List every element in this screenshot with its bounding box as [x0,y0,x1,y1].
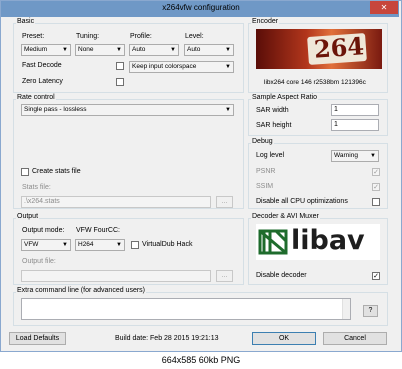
tuning-value: None [78,46,94,53]
sar-width-input[interactable]: 1 [331,104,379,116]
create-stats-label: Create stats file [32,168,81,175]
profile-value: Auto [132,46,146,53]
stats-browse-button[interactable]: ... [216,196,233,208]
fast-decode-checkbox[interactable] [116,62,124,70]
fourcc-select[interactable]: H264 ▼ [75,239,125,251]
profile-label: Profile: [130,33,152,40]
tuning-select[interactable]: None ▼ [75,44,125,56]
disable-cpu-checkbox[interactable] [372,198,380,206]
disable-cpu-label: Disable all CPU optimizations [256,198,348,205]
psnr-label: PSNR [256,168,276,175]
preset-label: Preset: [22,33,45,40]
chevron-down-icon: ▼ [225,64,231,70]
x264-logo-text: 264 [312,31,365,64]
log-level-label: Log level [256,152,285,159]
libav-logo-mark [258,227,288,257]
output-browse-button[interactable]: ... [216,270,233,282]
chevron-down-icon: ▼ [62,242,68,248]
fast-decode-label: Fast Decode [22,62,62,69]
ssim-checkbox[interactable]: ✓ [372,183,380,191]
output-mode-value: VFW [24,241,39,248]
log-level-value: Warning [334,152,358,159]
stats-file-label: Stats file: [22,184,51,191]
rate-control-group-title: Rate control [16,94,56,101]
extra-scrollbar[interactable] [342,299,350,319]
virtualdub-hack-checkbox[interactable] [131,241,139,249]
log-level-select[interactable]: Warning ▼ [331,150,379,162]
create-stats-checkbox[interactable] [21,168,29,176]
colorspace-value: Keep input colorspace [132,63,197,70]
zero-latency-label: Zero Latency [22,78,63,85]
chevron-down-icon: ▼ [170,47,176,53]
fourcc-label: VFW FourCC: [76,227,120,234]
basic-group-title: Basic [16,18,36,25]
encoder-group-title: Encoder [251,18,280,25]
image-caption: 664x585 60kb PNG [0,352,402,369]
profile-select[interactable]: Auto ▼ [129,44,179,56]
ssim-label: SSIM [256,183,274,190]
x264-logo: 264 [256,29,382,69]
close-button[interactable]: ✕ [370,1,398,14]
load-defaults-button[interactable]: Load Defaults [9,332,66,345]
output-mode-label: Output mode: [22,227,65,234]
stats-file-input[interactable]: .\x264.stats [21,196,211,208]
chevron-down-icon: ▼ [370,153,376,159]
disable-decoder-label: Disable decoder [256,272,307,279]
sar-height-input[interactable]: 1 [331,119,379,131]
decoder-group-title: Decoder & AVI Muxer [251,213,320,220]
tuning-label: Tuning: [76,33,100,40]
fourcc-value: H264 [78,241,94,248]
sar-group-title: Sample Aspect Ratio [251,94,318,101]
chevron-down-icon: ▼ [116,47,122,53]
cancel-button[interactable]: Cancel [323,332,387,345]
build-date-text: Build date: Feb 28 2015 19:21:13 [115,335,219,342]
libav-logo-text: libav [291,225,365,256]
output-file-input[interactable] [21,270,211,282]
rate-control-select[interactable]: Single pass - lossless ▼ [21,104,234,116]
extra-command-input[interactable] [21,298,351,320]
virtualdub-hack-label: VirtualDub Hack [142,241,193,248]
sar-width-label: SAR width [256,107,289,114]
disable-decoder-checkbox[interactable]: ✓ [372,272,380,280]
chevron-down-icon: ▼ [116,242,122,248]
rate-control-value: Single pass - lossless [24,106,87,113]
level-select[interactable]: Auto ▼ [184,44,234,56]
chevron-down-icon: ▼ [225,47,231,53]
debug-group-title: Debug [251,138,274,145]
encoder-core-text: libx264 core 146 r2538bm 121396c [264,79,366,86]
psnr-checkbox[interactable]: ✓ [372,168,380,176]
level-label: Level: [185,33,204,40]
chevron-down-icon: ▼ [225,107,231,113]
output-file-label: Output file: [22,258,56,265]
libav-logo: libav [256,224,380,260]
preset-value: Medium [24,46,48,53]
window-title: x264vfw configuration [162,3,240,12]
extra-group-title: Extra command line (for advanced users) [16,287,146,294]
output-group-title: Output [16,213,40,220]
help-button[interactable]: ? [363,305,378,317]
ok-button[interactable]: OK [252,332,316,345]
output-mode-select[interactable]: VFW ▼ [21,239,71,251]
sar-height-label: SAR height [256,122,292,129]
zero-latency-checkbox[interactable] [116,78,124,86]
level-value: Auto [187,46,201,53]
colorspace-select[interactable]: Keep input colorspace ▼ [129,61,234,73]
chevron-down-icon: ▼ [62,47,68,53]
preset-select[interactable]: Medium ▼ [21,44,71,56]
